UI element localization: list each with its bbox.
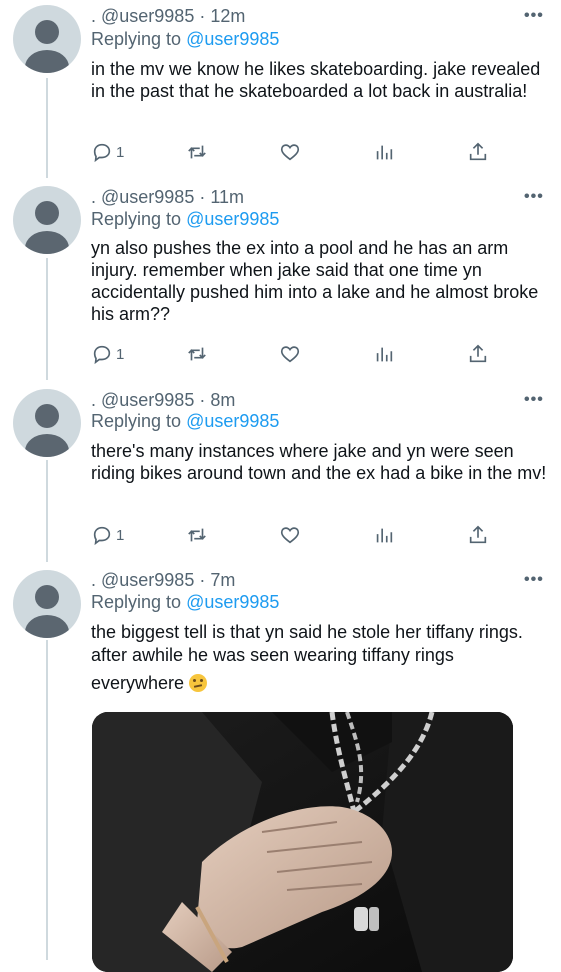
- tweet-text: yn also pushes the ex into a pool and he…: [91, 238, 539, 324]
- timestamp[interactable]: · 12m: [199, 6, 245, 26]
- retweet-icon: [188, 145, 206, 159]
- thinking-face-icon: [189, 674, 208, 692]
- tweet-photo[interactable]: [92, 712, 513, 972]
- views-icon: [376, 145, 393, 160]
- mention-link[interactable]: @user9985: [186, 592, 279, 612]
- tweet-header: . @user9985 · 11m: [91, 186, 244, 208]
- avatar[interactable]: [13, 5, 81, 73]
- share-icon: [469, 344, 487, 363]
- share-icon: [469, 525, 487, 544]
- views-button[interactable]: [373, 342, 395, 366]
- tweet[interactable]: . @user9985 · 8m ••• Replying to @user99…: [0, 384, 561, 564]
- more-options-icon[interactable]: •••: [524, 188, 544, 206]
- replying-to: Replying to @user9985: [91, 29, 280, 49]
- retweet-icon: [188, 347, 206, 361]
- reply-button[interactable]: 1: [91, 523, 124, 547]
- share-button[interactable]: [467, 140, 489, 164]
- like-icon: [280, 144, 300, 161]
- mention-link[interactable]: @user9985: [186, 411, 279, 431]
- replying-to: Replying to @user9985: [91, 411, 280, 431]
- tweet-actions: 1: [91, 523, 521, 547]
- share-button[interactable]: [467, 523, 489, 547]
- user-handle[interactable]: . @user9985: [91, 187, 194, 207]
- photo-image: [92, 712, 513, 972]
- tweet-text: there's many instances where jake and yn…: [91, 441, 547, 483]
- share-icon: [469, 142, 487, 161]
- more-options-icon[interactable]: •••: [524, 571, 544, 589]
- user-handle[interactable]: . @user9985: [91, 390, 194, 410]
- retweet-button[interactable]: [186, 140, 208, 164]
- tweet-text: in the mv we know he likes skateboarding…: [91, 59, 541, 101]
- timestamp[interactable]: · 11m: [199, 187, 244, 207]
- mention-link[interactable]: @user9985: [186, 29, 279, 49]
- reply-icon: [93, 143, 111, 163]
- replying-to: Replying to @user9985: [91, 209, 280, 229]
- tweet-actions: 1: [91, 342, 521, 366]
- like-button[interactable]: [279, 140, 301, 164]
- tweet-text-line: everywhere: [91, 672, 551, 695]
- more-options-icon[interactable]: •••: [524, 391, 544, 409]
- timestamp[interactable]: · 8m: [199, 390, 235, 410]
- like-button[interactable]: [279, 523, 301, 547]
- tweet-header: . @user9985 · 12m: [91, 5, 245, 27]
- views-button[interactable]: [373, 523, 395, 547]
- tweet-header: . @user9985 · 7m: [91, 569, 235, 591]
- avatar[interactable]: [13, 570, 81, 638]
- more-options-icon[interactable]: •••: [524, 7, 544, 25]
- tweet-header: . @user9985 · 8m: [91, 389, 235, 411]
- reply-count: 1: [116, 345, 125, 363]
- reply-button[interactable]: 1: [91, 140, 124, 164]
- retweet-icon: [188, 528, 206, 542]
- tweet[interactable]: . @user9985 · 12m ••• Replying to @user9…: [0, 0, 561, 180]
- tweet[interactable]: . @user9985 · 11m ••• Replying to @user9…: [0, 181, 561, 381]
- user-handle[interactable]: . @user9985: [91, 6, 194, 26]
- timestamp[interactable]: · 7m: [199, 570, 235, 590]
- views-icon: [376, 528, 393, 543]
- views-button[interactable]: [373, 140, 395, 164]
- tweet-text-line: the biggest tell is that yn said he stol…: [91, 622, 523, 665]
- tweet-text: the biggest tell is that yn said he stol…: [91, 621, 551, 695]
- like-button[interactable]: [279, 342, 301, 366]
- retweet-button[interactable]: [186, 342, 208, 366]
- share-button[interactable]: [467, 342, 489, 366]
- retweet-button[interactable]: [186, 523, 208, 547]
- tweet-actions: 1: [91, 140, 521, 164]
- user-handle[interactable]: . @user9985: [91, 570, 194, 590]
- reply-count: 1: [116, 143, 125, 161]
- replying-to: Replying to @user9985: [91, 592, 280, 612]
- like-icon: [280, 346, 300, 363]
- reply-icon: [93, 526, 111, 546]
- avatar[interactable]: [13, 389, 81, 457]
- avatar[interactable]: [13, 186, 81, 254]
- mention-link[interactable]: @user9985: [186, 209, 279, 229]
- like-icon: [280, 527, 300, 544]
- reply-icon: [93, 345, 111, 365]
- views-icon: [376, 347, 393, 362]
- reply-button[interactable]: 1: [91, 342, 124, 366]
- reply-count: 1: [116, 526, 125, 544]
